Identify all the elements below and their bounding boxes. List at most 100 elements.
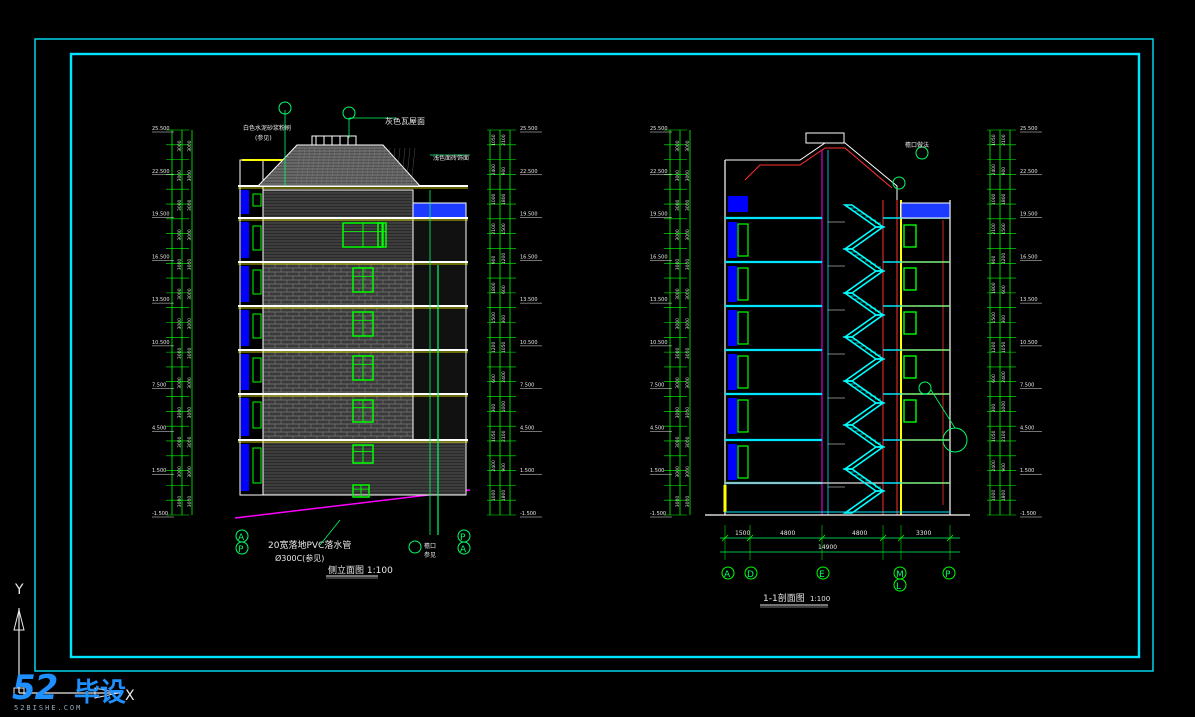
ucs-y-label: Y <box>14 582 24 598</box>
lv-left-elev-9: -1.500 <box>152 511 168 517</box>
lv-right-elev-8: 1.500 <box>520 468 534 474</box>
s-balcony-5 <box>728 444 737 480</box>
sv-right-dim2-18: 1000 <box>1001 401 1007 413</box>
lv-right-dim-12: 1500 <box>491 312 497 324</box>
lv-right-dim2-6: 1500 <box>501 223 507 235</box>
sv-left-dim2-20: 3000 <box>675 436 681 448</box>
balcony-panel-1 <box>241 222 249 258</box>
sv-left-dim-2: 3000 <box>685 170 691 182</box>
lv-left-dim2-18: 3000 <box>177 407 183 419</box>
sv-right-dim2-0: 2100 <box>1001 134 1007 146</box>
ground-floor-wall <box>262 439 467 496</box>
sv-left-elev-5: 10.500 <box>650 340 668 346</box>
dim-3300: 3300 <box>916 530 931 537</box>
sv-right-dim-24: 1000 <box>991 490 997 502</box>
lv-left-dim2-12: 3000 <box>177 318 183 330</box>
lv-right-dim-24: 1000 <box>491 490 497 502</box>
note-pvc-dim: Ø300C(参见) <box>275 553 324 563</box>
lv-right-dim2-10: 600 <box>501 285 507 294</box>
sv-right-dim2-2: 900 <box>1001 167 1007 176</box>
lv-left-dim2-4: 3000 <box>177 199 183 211</box>
sv-right-dim2-6: 1500 <box>1001 223 1007 235</box>
axis-label-a2: A <box>460 545 467 555</box>
lv-right-dim-2: 2400 <box>491 164 497 176</box>
sv-right-dim2-8: 1200 <box>1001 253 1007 265</box>
right-wing-parapet <box>412 202 467 219</box>
cad-drawing-canvas[interactable]: 3000 3000 3000 3000 3000 3000 3000 3000 3000 3000… <box>0 0 1195 717</box>
note-light-tile-finish: 浅色面砖饰面 <box>433 154 469 162</box>
s-axis-m: M <box>896 570 904 580</box>
lv-right-dim2-16: 2400 <box>501 371 507 383</box>
lv-right-dim2-18: 1000 <box>501 401 507 413</box>
sv-left-dim-24: 3000 <box>685 496 691 508</box>
watermark-logo: 52 毕设 52BISHE.COM <box>12 668 172 714</box>
lv-right-dim-8: 900 <box>491 256 497 265</box>
lv-left-dim-14: 3000 <box>187 348 193 360</box>
s-top-balcony <box>728 196 748 212</box>
dim-total: 14900 <box>818 544 837 551</box>
lv-left-elev-3: 16.500 <box>152 254 170 260</box>
axis-label-p: P <box>238 545 244 555</box>
lv-right-dim2-4: 1800 <box>501 193 507 205</box>
sv-left-dim-22: 3000 <box>685 466 691 478</box>
lv-left-elev-1: 22.500 <box>152 169 170 175</box>
lv-right-dim-18: 300 <box>491 404 497 413</box>
sv-left-elev-1: 22.500 <box>650 169 668 175</box>
sv-left-dim2-22: 3000 <box>675 466 681 478</box>
lv-right-dim-22: 2400 <box>491 460 497 472</box>
lv-left-dim-8: 3000 <box>187 259 193 271</box>
sv-left-dim2-0: 3000 <box>675 140 681 152</box>
sv-left-dim2-16: 3000 <box>675 377 681 389</box>
balcony-panel-0 <box>241 190 249 214</box>
lv-right-elev-3: 16.500 <box>520 254 538 260</box>
sv-left-elev-8: 1.500 <box>650 468 664 474</box>
lv-left-dim-18: 3000 <box>187 407 193 419</box>
sv-left-dim-0: 3000 <box>685 140 691 152</box>
sv-left-dim2-2: 3000 <box>675 170 681 182</box>
lv-right-dim-14: 1200 <box>491 342 497 354</box>
sv-left-dim2-10: 3000 <box>675 288 681 300</box>
sv-left-elev-9: -1.500 <box>650 511 666 517</box>
lv-left-elev-0: 25.500 <box>152 126 170 132</box>
s-axis-l: L <box>896 582 901 592</box>
sv-right-dim-22: 2400 <box>991 460 997 472</box>
s-axis-p: P <box>945 570 951 580</box>
sv-right-dim-8: 900 <box>991 256 997 265</box>
lv-right-elev-1: 22.500 <box>520 169 538 175</box>
note-gray-tile-roof: 灰色瓦屋面 <box>385 116 425 126</box>
lv-right-dim-20: 1050 <box>491 430 497 442</box>
sv-left-elev-6: 7.500 <box>650 383 664 389</box>
lv-right-dim2-14: 1050 <box>501 342 507 354</box>
sv-right-dim-10: 1800 <box>991 282 997 294</box>
lv-right-elev-5: 10.500 <box>520 340 538 346</box>
lv-right-dim2-20: 2100 <box>501 430 507 442</box>
sv-right-dim2-10: 600 <box>1001 285 1007 294</box>
dim-1500: 1500 <box>735 530 750 537</box>
sv-right-dim2-12: 300 <box>1001 315 1007 324</box>
lv-left-elev-6: 7.500 <box>152 383 166 389</box>
section-note-eave: 檐口做法 <box>905 141 929 149</box>
right-wing-wall <box>412 217 467 441</box>
lv-right-elev-0: 25.500 <box>520 126 538 132</box>
lv-left-elev-4: 13.500 <box>152 297 170 303</box>
sv-right-dim-16: 600 <box>991 374 997 383</box>
lv-left-elev-5: 10.500 <box>152 340 170 346</box>
balcony-panel-6 <box>241 444 249 491</box>
lv-right-dim-0: 1050 <box>491 134 497 146</box>
sv-right-elev-8: 1.500 <box>1020 468 1034 474</box>
lv-right-elev-7: 4.500 <box>520 425 534 431</box>
note-eave: 檐口 <box>424 542 436 550</box>
sv-left-dim-20: 3000 <box>685 436 691 448</box>
lv-left-dim2-2: 3000 <box>177 170 183 182</box>
sv-left-dim2-6: 3000 <box>675 229 681 241</box>
balcony-panel-5 <box>241 398 249 436</box>
lv-right-dim2-2: 900 <box>501 167 507 176</box>
lv-left-dim2-16: 3000 <box>177 377 183 389</box>
balcony-panel-4 <box>241 354 249 390</box>
sv-left-dim-4: 3000 <box>685 199 691 211</box>
sv-left-elev-7: 4.500 <box>650 425 664 431</box>
sv-right-elev-1: 22.500 <box>1020 169 1038 175</box>
axis-label-p2: P <box>460 533 466 543</box>
s-balcony-1 <box>728 266 737 302</box>
lv-right-elev-4: 13.500 <box>520 297 538 303</box>
